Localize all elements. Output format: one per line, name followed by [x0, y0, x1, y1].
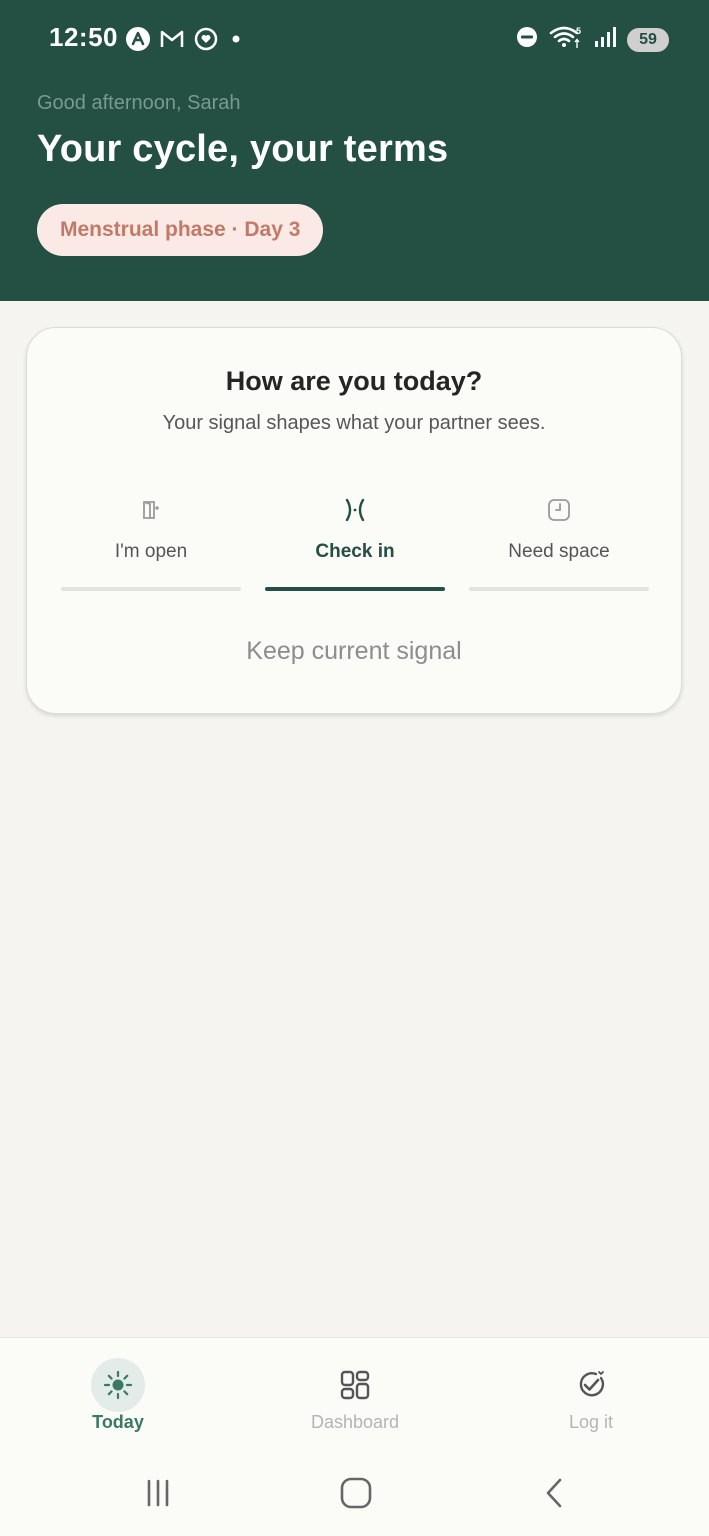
signal-options: I'm open Check in Need space	[61, 493, 649, 593]
dot-icon	[227, 30, 245, 53]
back-icon	[546, 1478, 562, 1508]
recents-button[interactable]	[138, 1473, 178, 1513]
signal-icon	[593, 25, 617, 54]
status-system-icons: 5 59	[515, 24, 669, 55]
status-notification-icons	[125, 26, 245, 57]
check-in-icon	[340, 495, 370, 525]
nav-item-dashboard[interactable]: Dashboard	[285, 1356, 425, 1446]
app-a-icon	[125, 26, 151, 57]
option-check-in[interactable]: Check in	[265, 493, 445, 591]
system-nav-bar	[0, 1449, 709, 1536]
option-underline	[469, 587, 649, 591]
home-button[interactable]	[336, 1473, 376, 1513]
dnd-icon	[515, 25, 539, 54]
option-need-space[interactable]: Need space	[469, 493, 649, 591]
signal-card: How are you today? Your signal shapes wh…	[26, 327, 682, 714]
option-label: Check in	[315, 541, 395, 562]
check-circle-icon	[564, 1358, 618, 1412]
sun-icon	[91, 1358, 145, 1412]
bottom-nav: Today Dashboard Log it	[0, 1337, 709, 1450]
status-time: 12:50	[49, 22, 118, 52]
option-underline	[61, 587, 241, 591]
phase-badge[interactable]: Menstrual phase · Day 3	[37, 204, 324, 256]
page-title: Your cycle, your terms	[37, 128, 449, 170]
battery-level: 59	[639, 30, 657, 48]
door-icon	[136, 495, 166, 525]
option-label: I'm open	[114, 541, 188, 562]
wifi-icon: 5	[549, 24, 583, 55]
nav-item-log-it[interactable]: Log it	[521, 1356, 661, 1446]
option-underline	[265, 587, 445, 591]
back-button[interactable]	[535, 1473, 575, 1513]
network-label: 5	[576, 26, 581, 36]
recents-icon	[147, 1479, 169, 1507]
nav-label: Dashboard	[310, 1412, 400, 1432]
clock-icon	[544, 495, 574, 525]
heart-circle-icon	[193, 26, 219, 57]
app-root: 12:50 5 59 Good afternoon, Sarah Your cy…	[0, 0, 709, 1536]
home-icon	[340, 1477, 372, 1509]
status-bar: 12:50 5 59	[0, 0, 709, 80]
keep-signal-button[interactable]: Keep current signal	[27, 637, 681, 666]
nav-label: Log it	[568, 1412, 614, 1432]
battery-icon: 59	[627, 27, 669, 52]
gmail-icon	[159, 28, 185, 55]
nav-label: Today	[92, 1412, 144, 1432]
card-subtitle: Your signal shapes what your partner see…	[162, 412, 546, 434]
option-label: Need space	[508, 541, 610, 562]
card-title: How are you today?	[225, 366, 483, 396]
option-im-open[interactable]: I'm open	[61, 493, 241, 591]
header: 12:50 5 59 Good afternoon, Sarah Your cy…	[0, 0, 709, 301]
greeting: Good afternoon, Sarah	[37, 92, 241, 114]
dashboard-icon	[328, 1358, 382, 1412]
nav-item-today[interactable]: Today	[48, 1356, 188, 1446]
